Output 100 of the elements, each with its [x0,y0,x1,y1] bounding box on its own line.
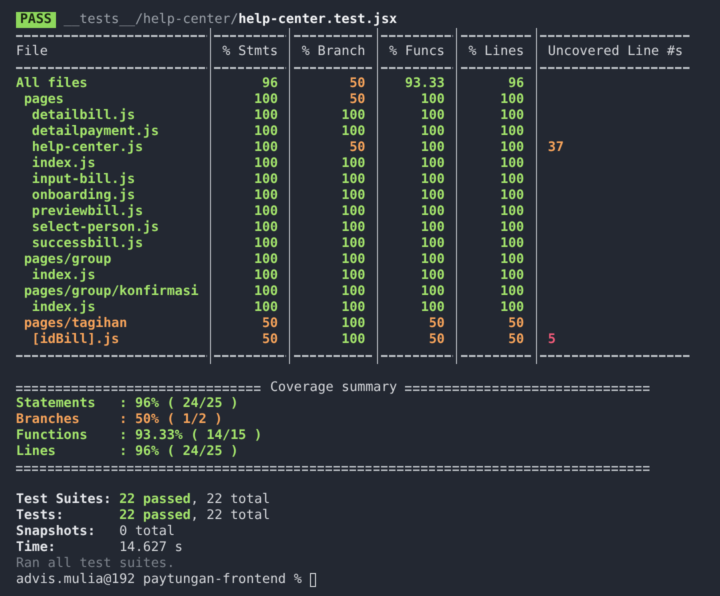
coverage-value: 100 [253,92,279,108]
test-path: __tests__/help-center/ [64,12,238,28]
coverage-value: 100 [499,220,526,236]
coverage-value: 100 [253,300,279,316]
file-name: detailbill.js [30,108,136,124]
coverage-value: 100 [253,236,279,252]
file-name: pages [22,92,65,108]
coverage-value: 100 [253,140,279,156]
coverage-value: 100 [253,284,279,300]
file-name: help-center.js [30,140,144,156]
coverage-value: 100 [499,268,526,284]
coverage-value: 50 [261,332,279,348]
summary-label: Statements [16,396,96,412]
coverage-value: 100 [420,188,446,204]
coverage-value: 100 [420,140,446,156]
coverage-value: 100 [340,124,366,140]
file-name: pages/group/konfirmasi [22,284,200,300]
coverage-value: 100 [420,252,446,268]
coverage-value: 100 [420,92,446,108]
coverage-value: 100 [420,156,446,172]
test-file-name: help-center.test.jsx [238,12,398,28]
coverage-value: 96 [507,76,526,92]
pass-badge: PASS [16,12,56,28]
summary-label: Functions [16,428,88,444]
cursor-icon [310,573,316,587]
coverage-value: 100 [340,252,366,268]
summary-label: Branches [16,412,81,428]
coverage-value: 100 [253,252,279,268]
coverage-value: 100 [253,220,279,236]
coverage-value: 100 [253,108,279,124]
coverage-value: 100 [420,300,446,316]
result-value: 0 total [119,524,175,540]
coverage-value: 100 [420,172,446,188]
file-name: successbill.js [30,236,144,252]
file-name: input-bill.js [30,172,136,188]
coverage-value: 100 [340,188,366,204]
coverage-value: 100 [420,108,446,124]
column-header: % Branch [300,44,366,60]
coverage-value: 100 [253,204,279,220]
coverage-value: 100 [253,124,279,140]
file-name: index.js [30,156,96,172]
result-label: Tests: [16,508,65,524]
coverage-value: 100 [499,188,526,204]
summary-value: : 50% ( 1/2 ) [119,412,222,428]
file-name: index.js [30,268,96,284]
coverage-value: 100 [499,204,526,220]
coverage-value: 100 [340,236,366,252]
file-name: All files [16,76,88,92]
coverage-value: 50 [428,316,446,332]
coverage-value: 50 [261,316,279,332]
coverage-value: 100 [340,172,366,188]
coverage-value: 100 [340,108,366,124]
file-name: pages/group [22,252,112,268]
coverage-value: 100 [340,204,366,220]
result-value: 14.627 s [119,540,183,556]
coverage-value: 50 [348,92,366,108]
column-header: Uncovered Line #s [546,44,684,60]
coverage-value: 100 [420,268,446,284]
coverage-value: 100 [499,92,526,108]
coverage-value: 100 [499,284,526,300]
coverage-value: 100 [499,172,526,188]
coverage-value: 100 [340,220,366,236]
coverage-value: 100 [420,124,446,140]
file-name: previewbill.js [30,204,144,220]
file-name: detailpayment.js [30,124,160,140]
coverage-value: 100 [499,140,526,156]
coverage-value: 100 [340,156,366,172]
file-name: select-person.js [30,220,160,236]
coverage-value: 100 [499,236,526,252]
file-name: onboarding.js [30,188,136,204]
coverage-value: 100 [253,172,279,188]
column-header: % Funcs [388,44,446,60]
coverage-value: 50 [507,332,526,348]
passed-count: 22 passed [119,508,191,524]
coverage-value: 100 [420,220,446,236]
coverage-value: 100 [499,124,526,140]
file-name: pages/tagihan [22,316,128,332]
column-header: % Lines [468,44,526,60]
coverage-value: 50 [507,316,526,332]
summary-label: Lines [16,444,57,460]
column-header: % Stmts [221,44,279,60]
coverage-value: 100 [340,268,366,284]
coverage-value: 100 [420,236,446,252]
coverage-value: 100 [340,332,366,348]
column-header: File [16,44,49,60]
passed-count: 22 passed [119,492,191,508]
coverage-value: 50 [428,332,446,348]
coverage-value: 100 [499,156,526,172]
summary-value: : 96% ( 24/25 ) [119,444,238,460]
file-name: index.js [30,300,96,316]
summary-value: : 96% ( 24/25 ) [119,396,238,412]
coverage-value: 100 [253,156,279,172]
coverage-value: 50 [348,76,366,92]
coverage-value: 100 [253,268,279,284]
summary-value: : 93.33% ( 14/15 ) [119,428,262,444]
coverage-value: 100 [499,300,526,316]
coverage-value: 96 [261,76,279,92]
summary-title: Coverage summary [270,380,398,396]
coverage-value: 50 [348,140,366,156]
coverage-value: 100 [420,204,446,220]
